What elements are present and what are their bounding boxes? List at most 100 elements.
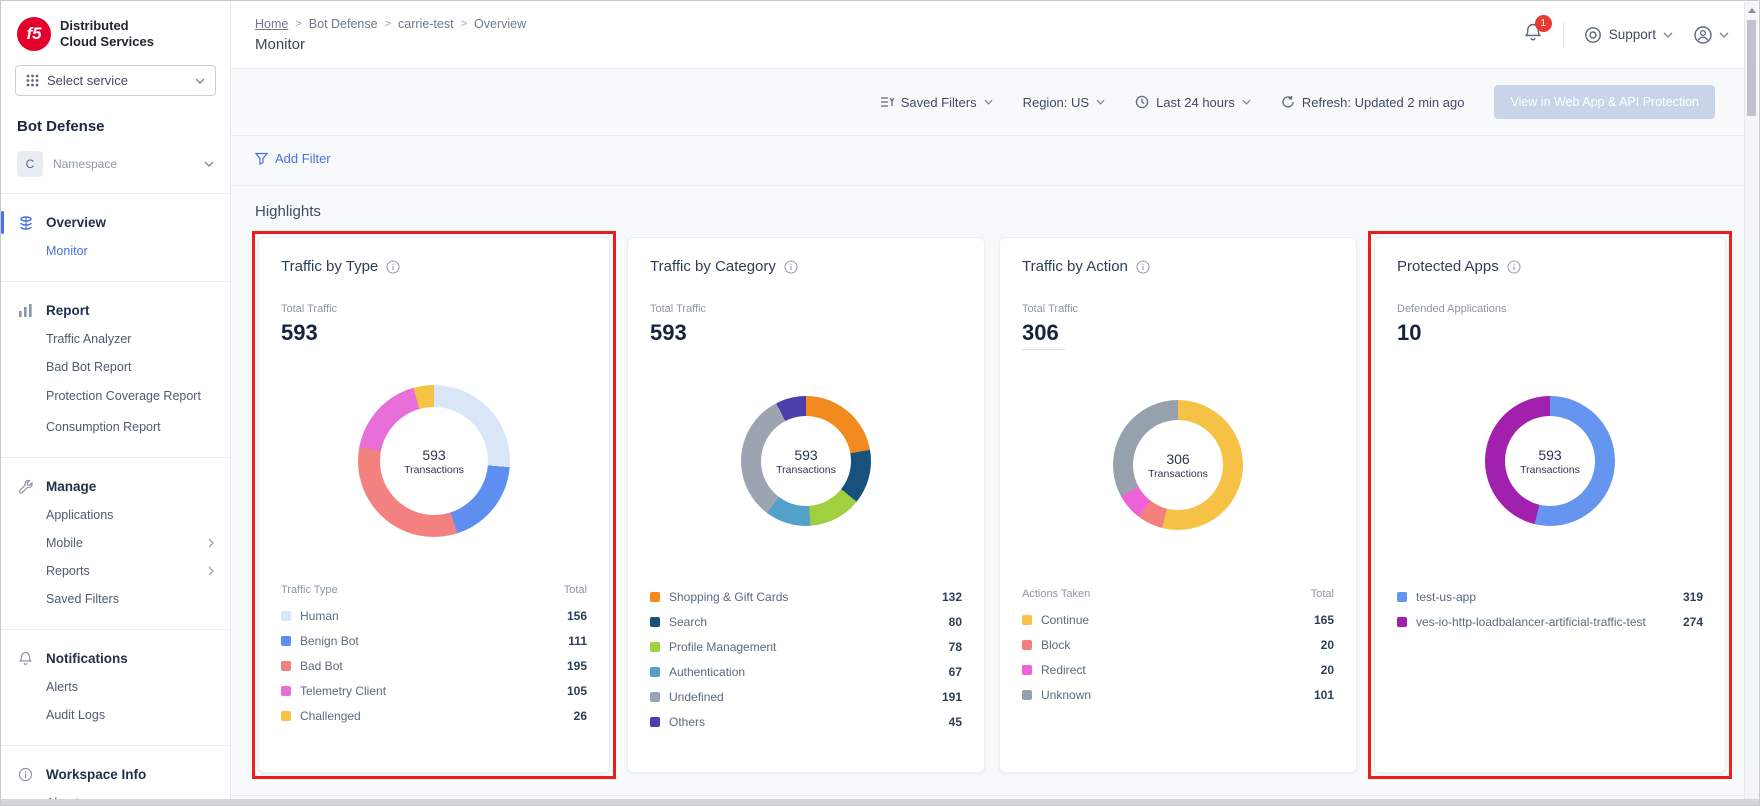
legend-swatch <box>1022 690 1032 700</box>
legend-label: test-us-app <box>1416 590 1674 604</box>
legend-label: Human <box>300 609 558 623</box>
legend-row[interactable]: Redirect20 <box>1022 657 1334 682</box>
sidebar-item-label: Applications <box>46 508 214 522</box>
card-slot: Protected Apps Defended Applications 10 … <box>1371 237 1729 773</box>
chevron-down-icon <box>1719 32 1729 38</box>
legend-swatch <box>1022 615 1032 625</box>
namespace-selector[interactable]: C Namespace <box>1 149 230 193</box>
scrollbar-thumb[interactable] <box>1747 20 1756 116</box>
refresh-button[interactable]: Refresh: Updated 2 min ago <box>1281 95 1465 110</box>
legend-row[interactable]: Block20 <box>1022 632 1334 657</box>
sidebar-item-label: Consumption Report <box>46 420 214 434</box>
traffic-by-category-donut-chart[interactable]: 593 Transactions <box>741 396 871 526</box>
info-icon[interactable] <box>1136 260 1150 274</box>
legend-row[interactable]: Others 45 <box>650 709 962 734</box>
donut-center-label: Transactions <box>776 464 836 476</box>
legend-row[interactable]: Search80 <box>650 609 962 634</box>
legend-swatch <box>281 686 291 696</box>
sidebar-item-mobile[interactable]: Mobile <box>1 529 230 557</box>
legend-value: 191 <box>942 690 962 704</box>
legend-total-header: Total <box>1311 588 1334 600</box>
traffic-by-type-donut-chart[interactable]: 593 Transactions <box>358 385 510 537</box>
sidebar-item-manage[interactable]: Manage <box>1 472 230 501</box>
sidebar-item-bad-bot-report[interactable]: Bad Bot Report <box>1 353 230 381</box>
region-dropdown[interactable]: Region: US <box>1023 95 1105 110</box>
vertical-scrollbar[interactable] <box>1744 2 1758 799</box>
breadcrumb-item[interactable]: Bot Defense <box>309 17 378 31</box>
card-protected-apps: Protected Apps Defended Applications 10 … <box>1374 237 1726 773</box>
legend-swatch <box>1397 617 1407 627</box>
legend-total-header: Total <box>564 584 587 596</box>
f5-logo-icon: f5 <box>17 17 51 51</box>
info-icon[interactable] <box>784 260 798 274</box>
sidebar-item-reports[interactable]: Reports <box>1 557 230 585</box>
protected-apps-donut-chart[interactable]: 593 Transactions <box>1485 396 1615 526</box>
funnel-icon <box>255 152 268 165</box>
legend-row[interactable]: Profile Management78 <box>650 634 962 659</box>
legend-row[interactable]: Bad Bot195 <box>281 653 587 678</box>
annotation-box-red: Traffic by Type Total Traffic 593 593 <box>252 231 616 779</box>
view-in-waap-button[interactable]: View in Web App & API Protection <box>1494 85 1715 119</box>
legend: test-us-app319 ves-io-http-loadbalancer-… <box>1397 584 1703 634</box>
legend-value: 105 <box>567 684 587 698</box>
add-filter-button[interactable]: Add Filter <box>255 151 331 166</box>
donut-center: 593 Transactions <box>1505 416 1595 506</box>
nav-group-workspace-info: Workspace Info About <box>1 746 230 806</box>
legend-row[interactable]: Undefined191 <box>650 684 962 709</box>
chevron-down-icon <box>984 99 993 105</box>
legend-row[interactable]: Benign Bot111 <box>281 628 587 653</box>
sidebar-item-report[interactable]: Report <box>1 296 230 325</box>
legend-swatch <box>650 667 660 677</box>
page-title: Monitor <box>255 36 526 53</box>
traffic-by-action-donut-chart[interactable]: 306 Transactions <box>1113 400 1243 530</box>
select-service-dropdown[interactable]: Select service <box>15 65 216 96</box>
legend-row[interactable]: ves-io-http-loadbalancer-artificial-traf… <box>1397 609 1703 634</box>
support-menu[interactable]: Support <box>1584 26 1673 44</box>
info-icon[interactable] <box>1507 260 1521 274</box>
sidebar-item-monitor[interactable]: Monitor <box>1 237 230 265</box>
scrollbar-up-arrow[interactable] <box>1745 2 1758 18</box>
donut-center-value: 306 <box>1166 451 1189 467</box>
time-range-dropdown[interactable]: Last 24 hours <box>1135 95 1251 110</box>
sidebar-item-notifications[interactable]: Notifications <box>1 644 230 673</box>
sidebar-item-applications[interactable]: Applications <box>1 501 230 529</box>
legend-row[interactable]: Challenged26 <box>281 703 587 728</box>
legend-label: Others <box>669 715 940 729</box>
metric-value: 10 <box>1397 320 1703 346</box>
highlights-cards: Traffic by Type Total Traffic 593 593 <box>231 233 1759 773</box>
legend-row[interactable]: Human156 <box>281 603 587 628</box>
sidebar-item-alerts[interactable]: Alerts <box>1 673 230 701</box>
legend-name-header: Traffic Type <box>281 584 338 596</box>
sidebar-item-label: Audit Logs <box>46 708 214 722</box>
chevron-down-icon <box>1663 32 1673 38</box>
sidebar-item-workspace-info[interactable]: Workspace Info <box>1 760 230 789</box>
legend-row[interactable]: Authentication67 <box>650 659 962 684</box>
account-menu[interactable] <box>1693 25 1729 45</box>
sidebar-item-consumption-report[interactable]: Consumption Report <box>1 413 230 441</box>
legend-row[interactable]: Shopping & Gift Cards132 <box>650 584 962 609</box>
legend-value: 80 <box>949 615 962 629</box>
top-right-controls: 1 Support <box>1523 22 1729 48</box>
window-bottom-edge <box>1 799 1759 805</box>
legend-value: 101 <box>1314 688 1334 702</box>
sidebar-item-label: Manage <box>46 479 96 494</box>
donut-center-label: Transactions <box>1520 464 1580 476</box>
legend-row[interactable]: Continue165 <box>1022 607 1334 632</box>
legend-row[interactable]: Unknown101 <box>1022 682 1334 707</box>
sidebar-item-traffic-analyzer[interactable]: Traffic Analyzer <box>1 325 230 353</box>
sidebar-item-saved-filters[interactable]: Saved Filters <box>1 585 230 613</box>
legend-row[interactable]: Telemetry Client105 <box>281 678 587 703</box>
sidebar-item-protection-coverage-report[interactable]: Protection Coverage Report <box>1 381 230 413</box>
sidebar-item-overview[interactable]: Overview <box>1 208 230 237</box>
breadcrumb-item[interactable]: carrie-test <box>398 17 454 31</box>
donut-area: 306 Transactions <box>1022 354 1334 576</box>
saved-filters-dropdown[interactable]: Saved Filters <box>880 95 993 110</box>
app-window: f5 Distributed Cloud Services Select ser… <box>0 0 1760 806</box>
metric-block: Total Traffic 593 <box>650 303 962 346</box>
sidebar-item-audit-logs[interactable]: Audit Logs <box>1 701 230 729</box>
legend-value: 45 <box>949 715 962 729</box>
legend-row[interactable]: test-us-app319 <box>1397 584 1703 609</box>
breadcrumb-home-link[interactable]: Home <box>255 17 288 31</box>
notifications-button[interactable]: 1 <box>1523 22 1543 48</box>
info-icon[interactable] <box>386 260 400 274</box>
